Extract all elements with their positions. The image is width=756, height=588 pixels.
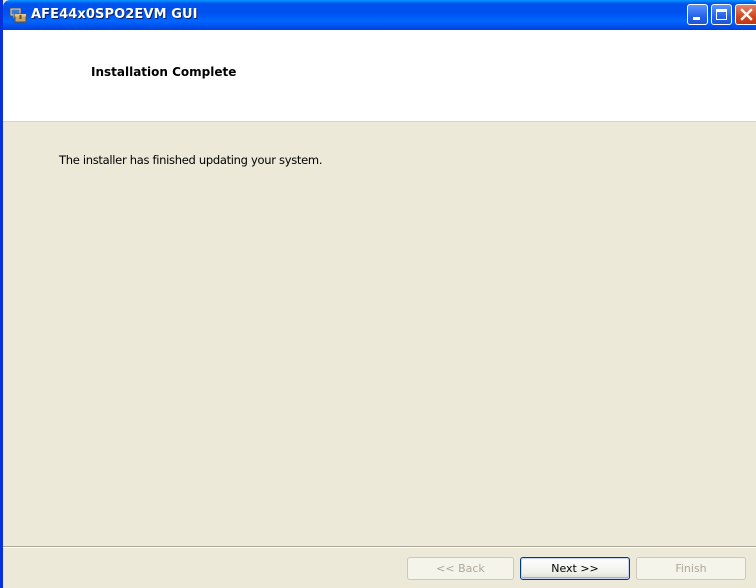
footer-divider — [3, 546, 756, 548]
header-banner: Installation Complete — [3, 30, 756, 122]
minimize-button[interactable] — [687, 4, 708, 25]
window-title: AFE44x0SPO2EVM GUI — [31, 7, 198, 22]
maximize-button[interactable] — [711, 4, 732, 25]
finish-button[interactable]: Finish — [636, 557, 746, 580]
title-bar[interactable]: AFE44x0SPO2EVM GUI — [3, 0, 756, 30]
status-message: The installer has finished updating your… — [59, 153, 323, 167]
page-title: Installation Complete — [91, 65, 237, 79]
close-button[interactable] — [735, 4, 756, 25]
next-button[interactable]: Next >> — [520, 557, 630, 580]
close-icon — [740, 8, 753, 21]
installer-window: AFE44x0SPO2EVM GUI Installation Complete… — [0, 0, 756, 588]
maximize-icon — [716, 9, 727, 20]
installer-app-icon[interactable] — [9, 6, 27, 24]
back-button[interactable]: << Back — [407, 557, 514, 580]
minimize-icon — [693, 17, 700, 20]
